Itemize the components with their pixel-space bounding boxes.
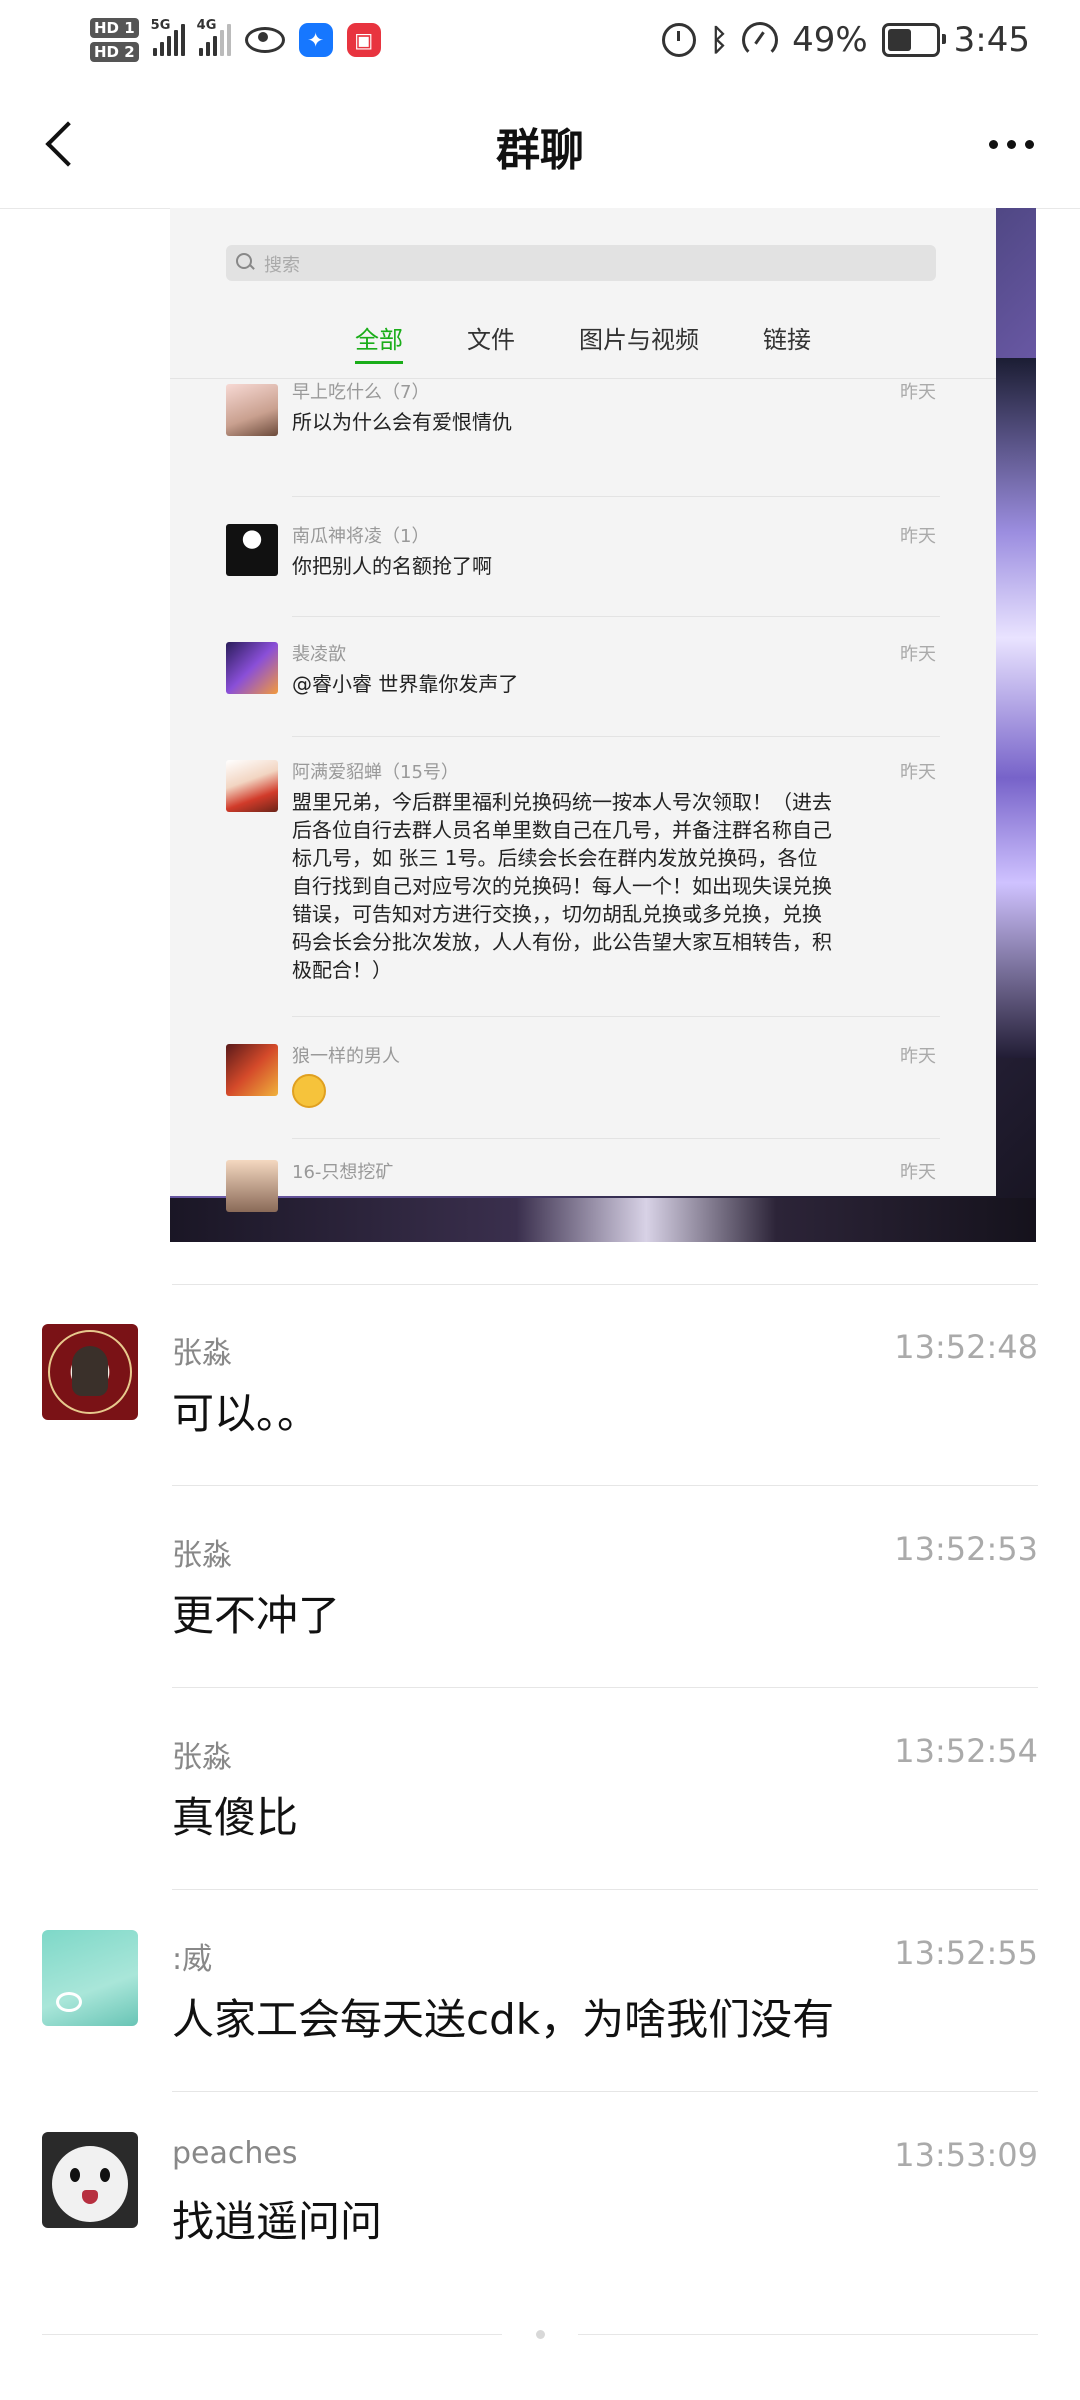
page-title: 群聊 (496, 125, 584, 176)
message-text: 可以。。 (172, 1389, 320, 1438)
history-avatar (226, 524, 278, 576)
title-bar: 群聊 (0, 80, 1080, 209)
signal-5g-icon: 5G (151, 18, 185, 56)
app-book-icon: ▣ (346, 23, 381, 57)
history-name: 16-只想挖矿 (292, 1162, 394, 1183)
message-text: 更不冲了 (172, 1591, 341, 1640)
eye-icon (244, 27, 285, 53)
history-name: 狼一样的男人 (292, 1046, 400, 1067)
history-item: 早上吃什么（7） 昨天 所以为什么会有爱恨情仇 (170, 378, 996, 498)
chat-message[interactable]: 张淼 13:52:48 可以。。 (0, 1284, 1080, 1486)
tab-all: 全部 (355, 320, 403, 364)
history-name: 南瓜神将凌（1） (292, 526, 430, 547)
tab-media: 图片与视频 (579, 326, 699, 354)
bluetooth-icon: ᛒ (710, 22, 729, 58)
message-text: 找逍遥问问 (172, 2197, 383, 2246)
history-avatar (226, 1044, 278, 1096)
search-placeholder: 搜索 (264, 255, 300, 276)
sender-name: 张淼 (172, 1336, 232, 1371)
tab-files: 文件 (467, 326, 515, 354)
history-item: 16-只想挖矿 昨天 (170, 1138, 996, 1212)
history-time: 昨天 (900, 644, 936, 665)
end-divider-right (578, 2334, 1038, 2335)
history-text: 盟里兄弟，今后群里福利兑换码统一按本人号次领取！（进去后各位自行去群人员名单里数… (292, 790, 832, 982)
history-item: 南瓜神将凌（1） 昨天 你把别人的名额抢了啊 (170, 496, 996, 616)
status-bar: HD 1 HD 2 5G 4G ✦ ▣ ᛒ 49% 3:45 (0, 0, 1080, 80)
history-avatar (226, 760, 278, 812)
end-divider-left (42, 2334, 502, 2335)
history-text: @睿小睿 世界靠你发声了 (292, 672, 519, 696)
sender-name: 张淼 (172, 1538, 232, 1573)
status-right: ᛒ 49% 3:45 (662, 10, 1030, 70)
search-bar: 搜索 (226, 245, 936, 281)
sender-name: peaches (172, 2136, 298, 2171)
gauge-icon (742, 22, 779, 58)
search-icon (236, 253, 252, 269)
message-time: 13:52:53 (894, 1530, 1038, 1568)
signal-4g-icon: 4G (197, 18, 231, 56)
game-art-bottom (170, 1198, 1036, 1242)
shared-screenshot-image[interactable]: 搜索 全部 文件 图片与视频 链接 早上吃什么（7） 昨天 所以为什么会有爱恨情… (170, 208, 1036, 1242)
history-name: 阿满爱貂蝉（15号） (292, 762, 459, 783)
more-options-icon[interactable] (976, 124, 1046, 164)
laughing-crying-emoji-icon (292, 1074, 326, 1108)
history-emoji (292, 1074, 832, 1115)
history-time: 昨天 (900, 1046, 936, 1067)
avatar[interactable] (42, 1930, 138, 2026)
history-item: 阿满爱貂蝉（15号） 昨天 盟里兄弟，今后群里福利兑换码统一按本人号次领取！（进… (170, 736, 996, 1016)
message-time: 13:52:54 (894, 1732, 1038, 1770)
chat-history-panel: 搜索 全部 文件 图片与视频 链接 早上吃什么（7） 昨天 所以为什么会有爱恨情… (170, 208, 996, 1212)
message-text: 人家工会每天送cdk，为啥我们没有 (172, 1995, 835, 2044)
history-avatar (226, 642, 278, 694)
message-time: 13:53:09 (894, 2136, 1038, 2174)
battery-percent: 49% (792, 20, 868, 60)
history-name: 早上吃什么（7） (292, 382, 430, 403)
network-5g-label: 5G (150, 18, 171, 33)
history-time: 昨天 (900, 762, 936, 783)
avatar[interactable] (42, 1324, 138, 1420)
end-dot (536, 2330, 545, 2339)
chat-message[interactable]: 张淼 13:52:54 真傻比 (0, 1688, 1080, 1890)
history-text: 所以为什么会有爱恨情仇 (292, 410, 512, 434)
battery-fill (887, 29, 911, 51)
clock-time: 3:45 (953, 20, 1030, 60)
message-time: 13:52:48 (894, 1328, 1038, 1366)
tab-links: 链接 (763, 326, 811, 354)
history-item: 狼一样的男人 昨天 (170, 1016, 996, 1136)
app-bulb-icon: ✦ (298, 23, 333, 57)
avatar[interactable] (42, 2132, 138, 2228)
history-avatar (226, 384, 278, 436)
sender-name: 张淼 (172, 1740, 232, 1775)
history-text: 你把别人的名额抢了啊 (292, 554, 492, 578)
history-name: 裴凌歆 (292, 644, 346, 665)
battery-icon (881, 23, 946, 57)
message-text: 真傻比 (172, 1793, 299, 1842)
chat-message[interactable]: peaches 13:53:09 找逍遥问问 (0, 2092, 1080, 2294)
history-time: 昨天 (900, 526, 936, 547)
sender-name: :威 (172, 1942, 213, 1977)
sim2-badge: HD 2 (90, 42, 139, 62)
history-tabs: 全部 文件 图片与视频 链接 (170, 320, 996, 364)
history-time: 昨天 (900, 382, 936, 403)
sim1-badge: HD 1 (90, 18, 139, 38)
alarm-icon (662, 23, 697, 57)
chat-message[interactable]: 张淼 13:52:53 更不冲了 (0, 1486, 1080, 1688)
history-avatar (226, 1160, 278, 1212)
history-time: 昨天 (900, 1162, 936, 1183)
sim-indicators: HD 1 HD 2 (90, 18, 139, 62)
message-time: 13:52:55 (894, 1934, 1038, 1972)
history-item: 裴凌歆 昨天 @睿小睿 世界靠你发声了 (170, 616, 996, 736)
chat-message[interactable]: :威 13:52:55 人家工会每天送cdk，为啥我们没有 (0, 1890, 1080, 2092)
status-left: HD 1 HD 2 5G 4G ✦ ▣ (90, 10, 381, 70)
network-4g-label: 4G (196, 18, 217, 33)
